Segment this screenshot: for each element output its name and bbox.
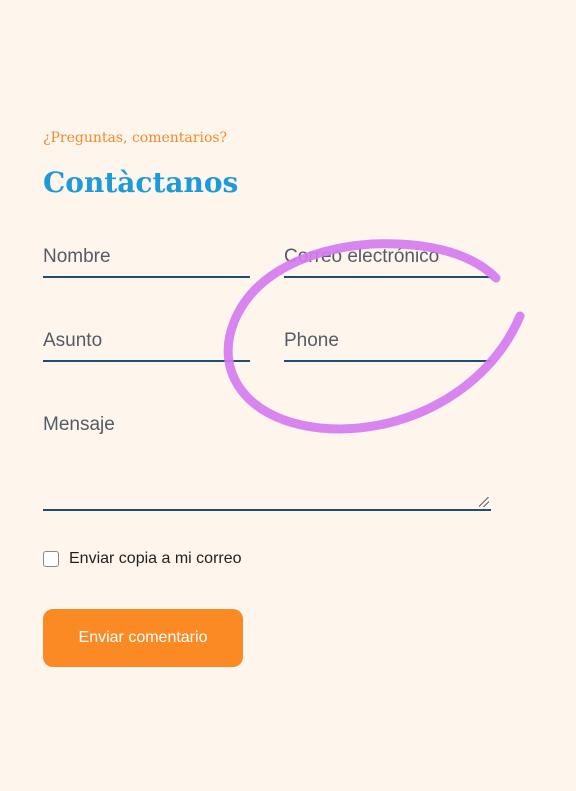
page-title: Contàctanos — [43, 166, 239, 199]
phone-field[interactable] — [284, 321, 491, 362]
subject-field-wrapper — [43, 321, 250, 362]
email-field[interactable] — [284, 237, 491, 278]
name-field-wrapper — [43, 237, 250, 278]
message-field[interactable] — [43, 408, 491, 511]
email-field-wrapper — [284, 237, 491, 278]
message-field-wrapper — [43, 408, 491, 511]
subject-field[interactable] — [43, 321, 250, 362]
submit-button[interactable]: Enviar comentario — [43, 609, 243, 667]
send-copy-option[interactable]: Enviar copia a mi correo — [43, 550, 242, 568]
eyebrow-text: ¿Preguntas, comentarios? — [43, 130, 228, 146]
name-field[interactable] — [43, 237, 250, 278]
resize-grip-icon[interactable] — [479, 497, 489, 507]
pen-annotation-circle — [223, 239, 525, 434]
phone-field-wrapper — [284, 321, 491, 362]
send-copy-label: Enviar copia a mi correo — [69, 550, 242, 567]
send-copy-checkbox[interactable] — [43, 551, 59, 567]
